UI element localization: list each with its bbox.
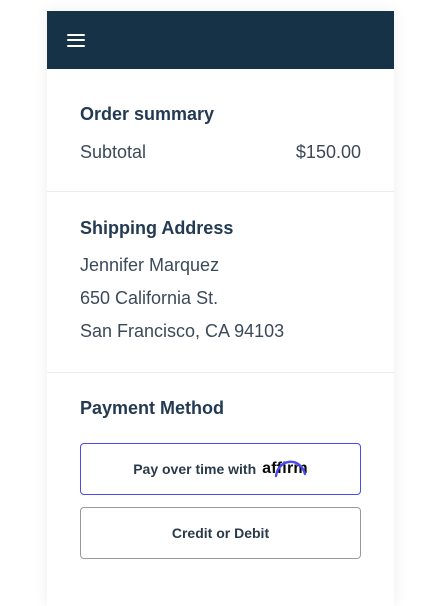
credit-button-label: Credit or Debit xyxy=(171,525,270,541)
subtotal-row: Subtotal $150.00 xyxy=(80,141,361,163)
affirm-arc-icon xyxy=(274,460,307,478)
checkout-card: Order summary Subtotal $150.00 Shipping … xyxy=(47,11,394,606)
payment-method-section: Payment Method Pay over time with affirm… xyxy=(47,373,394,559)
affirm-logo: affirm xyxy=(262,460,308,478)
shipping-address-title: Shipping Address xyxy=(80,218,234,238)
payment-method-title: Payment Method xyxy=(80,398,225,418)
order-summary-section: Order summary Subtotal $150.00 xyxy=(47,69,394,192)
subtotal-label: Subtotal xyxy=(80,142,147,162)
city-state-zip: San Francisco, CA 94103 xyxy=(80,321,285,341)
pay-with-affirm-button[interactable]: Pay over time with affirm xyxy=(80,443,361,495)
hamburger-menu-icon[interactable] xyxy=(67,33,85,47)
shipping-address-section: Shipping Address Jennifer Marquez 650 Ca… xyxy=(47,192,394,373)
order-summary-title: Order summary xyxy=(80,104,215,124)
top-bar xyxy=(47,11,394,69)
recipient-name: Jennifer Marquez xyxy=(80,255,220,275)
affirm-button-label: Pay over time with xyxy=(133,461,257,477)
address-lines: Jennifer Marquez 650 California St. San … xyxy=(80,254,361,342)
subtotal-value: $150.00 xyxy=(295,142,361,162)
street-address: 650 California St. xyxy=(80,288,219,308)
credit-or-debit-button[interactable]: Credit or Debit xyxy=(80,507,361,559)
